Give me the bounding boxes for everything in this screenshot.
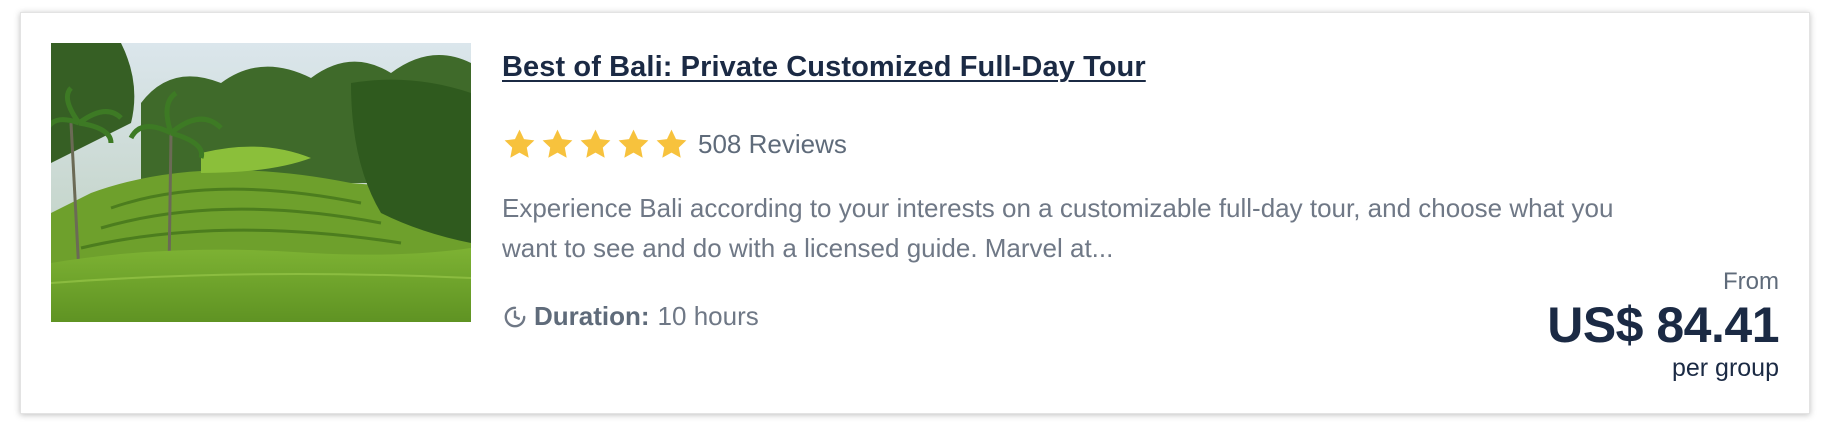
duration-row: Duration: 10 hours [502,301,759,332]
tour-card[interactable]: Best of Bali: Private Customized Full-Da… [20,12,1810,414]
star-icon [578,127,613,162]
star-icon [616,127,651,162]
tour-description: Experience Bali according to your intere… [502,193,1614,263]
price-block: From US$ 84.41 per group [1547,267,1779,383]
star-icon [502,127,537,162]
reviews-count-link[interactable]: 508 Reviews [698,129,847,160]
clock-icon [502,304,534,330]
tour-details: Best of Bali: Private Customized Full-Da… [502,51,1779,393]
price-prefix: From [1723,268,1779,295]
price-unit: per group [1671,354,1779,382]
rice-terrace-image [51,43,471,322]
tour-title-link[interactable]: Best of Bali: Private Customized Full-Da… [502,51,1146,84]
duration-value: 10 hours [657,301,759,331]
star-icon [654,127,689,162]
tour-thumbnail-image[interactable] [51,43,471,322]
star-rating [502,127,689,162]
duration-label: Duration: [534,301,650,331]
price-amount: US$ 84.41 [1547,297,1779,353]
rating-row: 508 Reviews [502,127,847,162]
star-icon [540,127,575,162]
